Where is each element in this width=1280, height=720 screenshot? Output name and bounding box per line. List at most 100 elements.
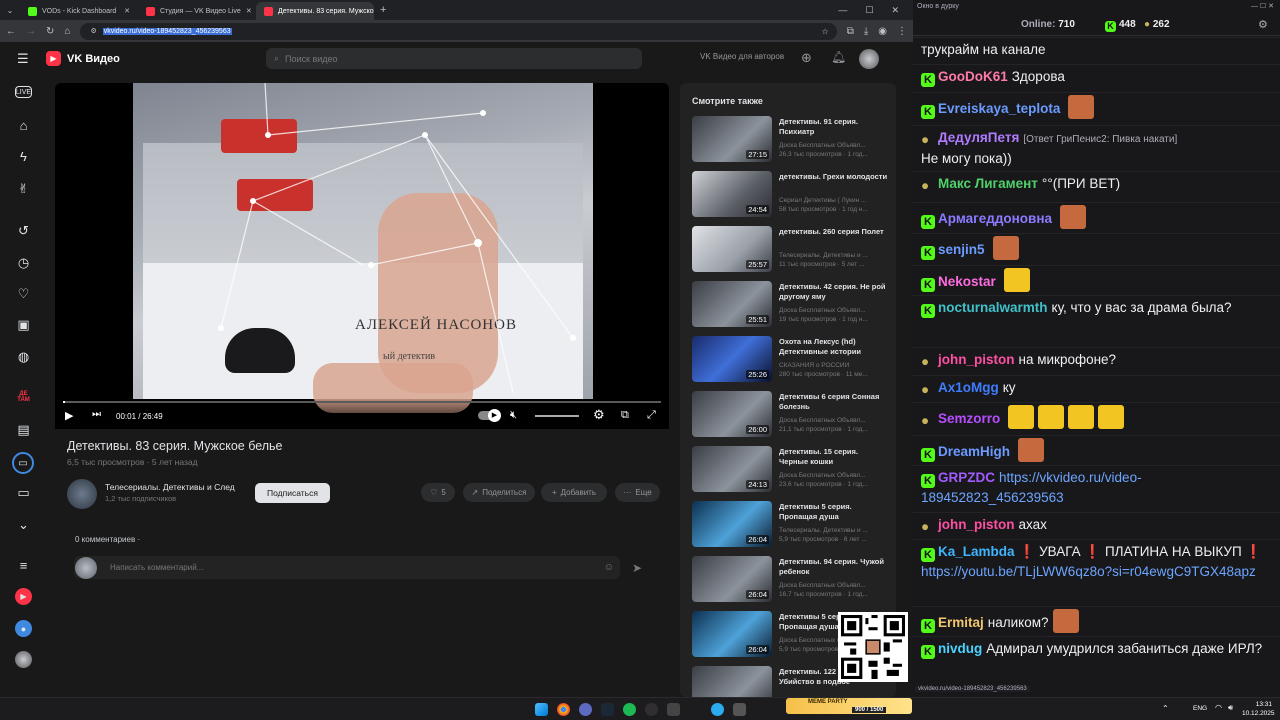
recommendation-title[interactable]: Детективы. 15 серия. Черные кошки: [779, 447, 889, 467]
vk-logo[interactable]: ▶ VK Видео: [46, 51, 120, 66]
recommendation-item[interactable]: 25:26 Охота на Лексус (hd) Детективные ис…: [692, 336, 892, 384]
chat-username[interactable]: Макс Лигамент: [938, 176, 1038, 191]
recommendation-title[interactable]: детективы. 260 серия Полет: [779, 227, 889, 237]
volume-slider[interactable]: [535, 415, 579, 417]
recommendation-title[interactable]: Детективы 6 серия Сонная болезнь: [779, 392, 889, 412]
steam-icon[interactable]: [601, 703, 614, 716]
recommendation-channel[interactable]: Доска Бесплатных Объявл...: [779, 141, 889, 150]
subscriptions-icon[interactable]: ▣: [15, 316, 32, 333]
subscribe-button[interactable]: Подписаться: [255, 483, 330, 503]
more-button[interactable]: ··· Еще: [615, 483, 660, 502]
live-icon[interactable]: LIVE: [15, 86, 32, 98]
obs-icon[interactable]: [645, 703, 658, 716]
emoji-icon[interactable]: ☺: [604, 562, 620, 573]
search-input[interactable]: ⌕ Поиск видео: [266, 48, 642, 69]
chat-username[interactable]: GRPZDC: [938, 470, 995, 485]
detam-icon[interactable]: ДЕ ТАМ: [15, 388, 32, 405]
lightning-icon[interactable]: ϟ: [15, 148, 32, 165]
close-window-button[interactable]: ✕: [891, 5, 899, 16]
recommendation-item[interactable]: 24:54 детективы. Грехи молодости Сериал Де…: [692, 171, 892, 219]
tab-menu-icon[interactable]: ⌄: [0, 6, 20, 15]
app-icon[interactable]: [579, 703, 592, 716]
progress-bar[interactable]: [63, 401, 661, 403]
share-button[interactable]: ↗ Поделиться: [463, 483, 535, 502]
heart-icon[interactable]: ♡: [15, 285, 32, 302]
chat-username[interactable]: nivdug: [938, 641, 982, 656]
recommendation-thumbnail[interactable]: 24:54: [692, 171, 772, 217]
recommendation-channel[interactable]: СКАЗАНИЯ о РОССИИ: [779, 361, 889, 370]
recommendation-thumbnail[interactable]: 26:04: [692, 556, 772, 602]
url-text[interactable]: vkvideo.ru/video-189452823_456239563: [102, 27, 232, 35]
recommendation-channel[interactable]: Доска Бесплатных Объявл...: [779, 416, 889, 425]
recommendation-thumbnail[interactable]: [692, 666, 772, 697]
menu-icon[interactable]: ⋮: [897, 26, 907, 37]
profile-icon[interactable]: ●: [15, 620, 32, 637]
chat-username[interactable]: DreamHigh: [938, 444, 1010, 459]
recommendation-channel[interactable]: Доска Бесплатных Объявл...: [779, 581, 889, 590]
chrome-icon[interactable]: [557, 703, 570, 716]
add-button[interactable]: + Добавить: [541, 483, 607, 502]
recommendation-thumbnail[interactable]: 26:04: [692, 611, 772, 657]
new-tab-button[interactable]: +: [380, 4, 386, 16]
like-button[interactable]: ♡ 5: [421, 483, 455, 502]
chat-username[interactable]: Evreiskaya_teplota: [938, 101, 1060, 116]
recommendation-title[interactable]: детективы. Грехи молодости: [779, 172, 889, 182]
recommendation-thumbnail[interactable]: 25:26: [692, 336, 772, 382]
channels-icon[interactable]: ◍: [15, 348, 32, 365]
playlist-icon[interactable]: ≡: [15, 557, 32, 574]
language-indicator[interactable]: ENG: [1193, 705, 1207, 712]
chat-username[interactable]: ДедуляПетя: [938, 130, 1019, 145]
recommendation-channel[interactable]: Телесериалы. Детективы и ...: [779, 251, 889, 260]
catalog-icon[interactable]: ▤: [15, 421, 32, 438]
forward-icon[interactable]: →: [26, 26, 36, 37]
send-icon[interactable]: ➤: [632, 561, 642, 575]
profile-icon[interactable]: ◉: [878, 26, 887, 37]
back-icon[interactable]: ←: [6, 26, 16, 37]
chat-username[interactable]: GooDoK61: [938, 69, 1008, 84]
meme-party-banner[interactable]: MEME PARTY 900 / 1500: [786, 698, 912, 714]
home-icon[interactable]: ⌂: [64, 26, 70, 37]
site-info-icon[interactable]: ⚙: [90, 27, 96, 35]
recommendation-item[interactable]: 27:15 Детективы. 91 серия. Психиатр Доска …: [692, 116, 892, 164]
recommendation-item[interactable]: 25:51 Детективы. 42 серия. Не рой другому…: [692, 281, 892, 329]
channel-avatar[interactable]: [67, 479, 97, 509]
recommendation-channel[interactable]: Доска Бесплатных Объявл...: [779, 306, 889, 315]
volume-icon[interactable]: 🔊︎: [1228, 703, 1233, 713]
user-avatar[interactable]: [859, 49, 879, 69]
chat-username[interactable]: Армагеддоновна: [938, 211, 1052, 226]
screen-icon[interactable]: ▭: [15, 484, 32, 501]
clock-icon[interactable]: ◷: [15, 254, 32, 271]
close-icon[interactable]: ✕: [124, 7, 130, 15]
chat-username[interactable]: john_piston: [938, 517, 1015, 532]
recommendation-channel[interactable]: Доска Бесплатных Объявл...: [779, 471, 889, 480]
speed-toggle[interactable]: ▶: [478, 409, 501, 422]
downloads-icon[interactable]: ⤓: [864, 26, 868, 37]
maximize-button[interactable]: ☐: [865, 5, 873, 16]
video-frame[interactable]: АЛЕКСЕЙ НАСОНОВ ый детектив: [133, 83, 593, 413]
chat-username[interactable]: Ermitaj: [938, 615, 984, 630]
video-player[interactable]: АЛЕКСЕЙ НАСОНОВ ый детектив ▶ ⏭︎ 00:01 /…: [55, 83, 669, 429]
recommendation-thumbnail[interactable]: 27:15: [692, 116, 772, 162]
play-icon[interactable]: ▶: [65, 409, 73, 422]
recommendation-channel[interactable]: Сериал Детективы ( Лукин ...: [779, 196, 889, 205]
shorts-icon[interactable]: ✌︎: [15, 180, 32, 197]
recommendation-thumbnail[interactable]: 24:13: [692, 446, 772, 492]
tab-vk-studio[interactable]: Студия — VK Видео Live ✕: [138, 2, 256, 20]
vk-live-icon[interactable]: ▶: [15, 588, 32, 605]
avatar-icon[interactable]: [15, 651, 32, 668]
chat-username[interactable]: Semzorro: [938, 411, 1000, 426]
chat-username[interactable]: Nekostar: [938, 274, 996, 289]
spotify-icon[interactable]: [623, 703, 636, 716]
recommendation-channel[interactable]: Телесериалы. Детективы и ...: [779, 526, 889, 535]
recommendation-title[interactable]: Детективы 5 серия. Пропащая душа: [779, 502, 889, 522]
channel-name[interactable]: Телесериалы. Детективы и След: [105, 482, 235, 492]
fullscreen-icon[interactable]: ⤢: [647, 409, 656, 422]
chat-link[interactable]: https://youtu.be/TLjLWW6qz8o?si=r04ewgC9…: [921, 564, 1256, 579]
chat-username[interactable]: nocturnalwarmth: [938, 300, 1048, 315]
recommendation-item[interactable]: 26:00 Детективы 6 серия Сонная болезнь Дос…: [692, 391, 892, 439]
extensions-icon[interactable]: ⧉: [847, 26, 854, 37]
chat-username[interactable]: senjin5: [938, 242, 985, 257]
recommendation-thumbnail[interactable]: 25:51: [692, 281, 772, 327]
chat-username[interactable]: Ax1oMgg: [938, 380, 999, 395]
recommendation-title[interactable]: Детективы. 94 серия. Чужой ребенок: [779, 557, 889, 577]
